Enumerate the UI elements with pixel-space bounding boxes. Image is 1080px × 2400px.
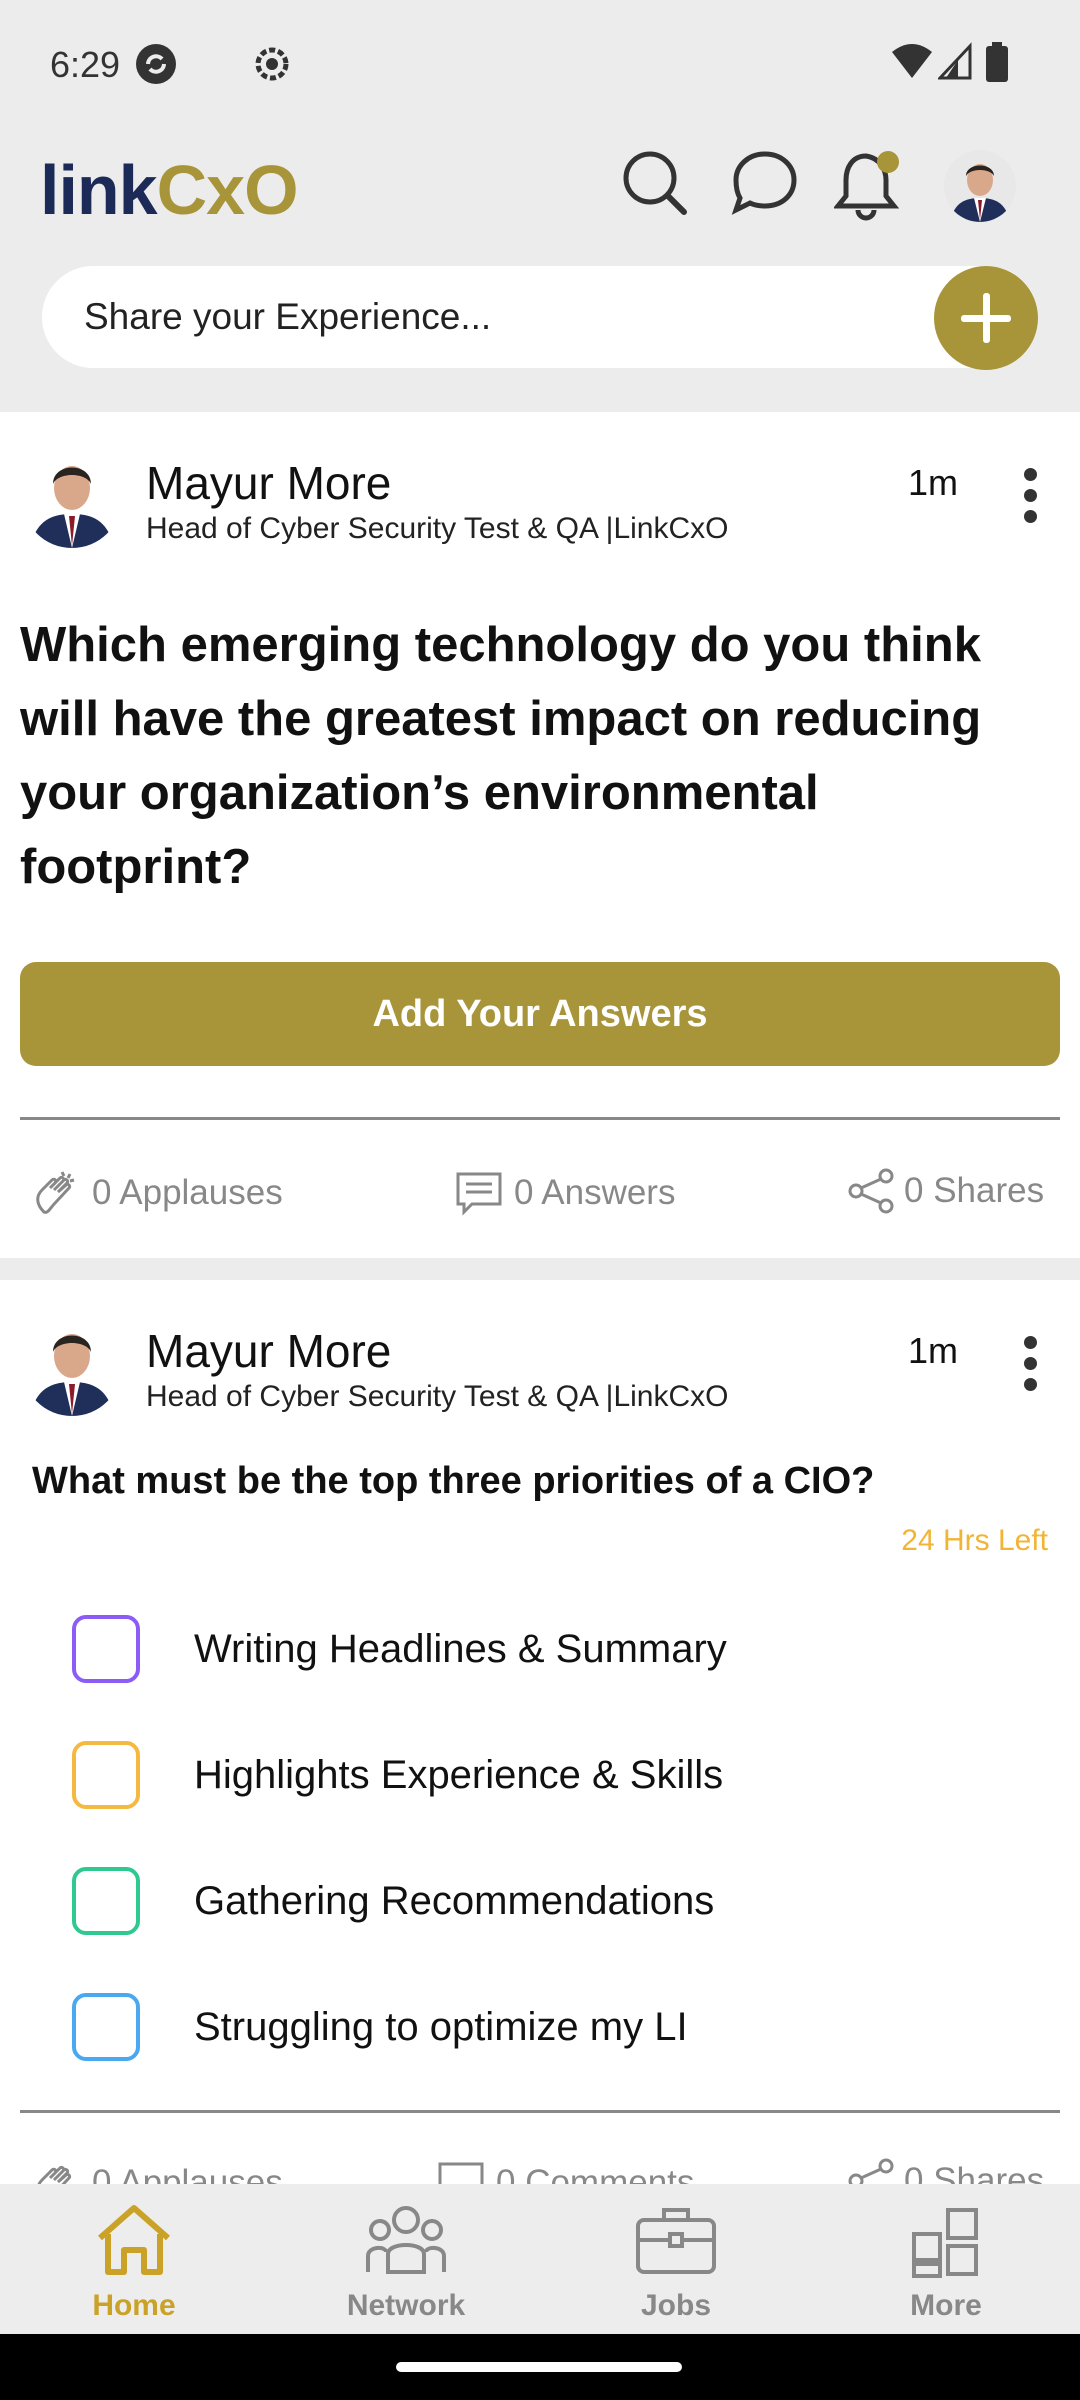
poll-option-1[interactable]: Writing Headlines & Summary — [72, 1614, 727, 1684]
post-time: 1m — [908, 462, 959, 503]
grid-more-icon — [912, 2208, 978, 2278]
comment-icon — [456, 1172, 502, 1216]
option-label: Gathering Recommendations — [194, 1878, 715, 1923]
author-avatar[interactable] — [22, 1316, 122, 1416]
author-name[interactable]: Mayur More — [146, 456, 391, 510]
more-options-icon[interactable] — [1024, 1336, 1040, 1399]
author-avatar[interactable] — [22, 448, 122, 548]
cell-signal-icon — [936, 42, 972, 87]
poll-question: What must be the top three priorities of… — [32, 1460, 875, 1502]
nav-jobs[interactable]: Jobs — [576, 2202, 776, 2323]
briefcase-icon — [636, 2208, 716, 2274]
nav-more[interactable]: More — [846, 2202, 1046, 2323]
question-text: Which emerging technology do you think w… — [20, 618, 982, 894]
author-name[interactable]: Mayur More — [146, 1324, 391, 1378]
applause-button[interactable]: 0 Applauses — [32, 1168, 283, 1218]
question-post-card: Mayur More Head of Cyber Security Test &… — [0, 412, 1080, 1258]
option-label: Writing Headlines & Summary — [194, 1626, 727, 1671]
wifi-icon — [890, 42, 934, 87]
nav-home[interactable]: Home — [34, 2202, 234, 2323]
network-people-icon — [366, 2206, 446, 2274]
battery-icon — [986, 42, 1008, 87]
share-experience-input[interactable]: Share your Experience... — [42, 266, 1038, 368]
shares-count: 0 Shares — [904, 1171, 1045, 1210]
share-placeholder: Share your Experience... — [84, 296, 492, 337]
profile-avatar[interactable] — [944, 150, 1016, 222]
nav-more-label: More — [910, 2289, 982, 2322]
linkcxo-logo[interactable]: linkCxO — [40, 150, 299, 230]
settings-gear-icon — [250, 42, 294, 91]
divider — [20, 2110, 1060, 2113]
bottom-navigation: Home Network Jobs More — [0, 2184, 1080, 2334]
option-label: Highlights Experience & Skills — [194, 1752, 724, 1797]
applause-count: 0 Applauses — [92, 1173, 283, 1212]
chat-icon[interactable] — [730, 148, 800, 223]
author-title: Head of Cyber Security Test & QA |LinkCx… — [146, 512, 729, 545]
add-answers-button[interactable]: Add Your Answers — [20, 962, 1060, 1066]
poll-option-3[interactable]: Gathering Recommendations — [72, 1866, 714, 1936]
nav-network-label: Network — [346, 2289, 466, 2322]
gesture-bar — [0, 2334, 1080, 2400]
author-title: Head of Cyber Security Test & QA |LinkCx… — [146, 1380, 729, 1413]
home-icon — [98, 2205, 170, 2275]
create-post-button[interactable] — [934, 266, 1038, 370]
notification-bell-icon[interactable] — [832, 148, 904, 227]
status-time: 6:29 — [50, 44, 121, 85]
sync-icon — [134, 42, 178, 91]
app-header: linkCxO — [0, 130, 1080, 250]
poll-option-2[interactable]: Highlights Experience & Skills — [72, 1740, 723, 1810]
option-checkbox[interactable] — [72, 1867, 140, 1935]
option-checkbox[interactable] — [72, 1993, 140, 2061]
nav-network[interactable]: Network — [306, 2202, 506, 2323]
poll-post-card: Mayur More Head of Cyber Security Test &… — [0, 1280, 1080, 2280]
post-time: 1m — [908, 1330, 959, 1371]
clap-icon — [36, 1171, 75, 1214]
option-checkbox[interactable] — [72, 1615, 140, 1683]
search-icon[interactable] — [620, 148, 690, 223]
divider — [20, 1117, 1060, 1120]
answers-count: 0 Answers — [514, 1173, 676, 1212]
answers-button[interactable]: 0 Answers — [454, 1168, 675, 1218]
status-bar: 6:29 — [0, 0, 1080, 130]
share-icon — [848, 1168, 894, 1214]
nav-jobs-label: Jobs — [640, 2289, 712, 2322]
home-indicator[interactable] — [396, 2362, 682, 2372]
poll-option-4[interactable]: Struggling to optimize my LI — [72, 1992, 688, 2062]
option-checkbox[interactable] — [72, 1741, 140, 1809]
nav-home-label: Home — [92, 2289, 176, 2322]
option-label: Struggling to optimize my LI — [194, 2004, 688, 2049]
more-options-icon[interactable] — [1024, 468, 1040, 531]
shares-button[interactable]: 0 Shares — [848, 1168, 1044, 1214]
poll-time-left: 24 Hrs Left — [901, 1524, 1048, 1557]
